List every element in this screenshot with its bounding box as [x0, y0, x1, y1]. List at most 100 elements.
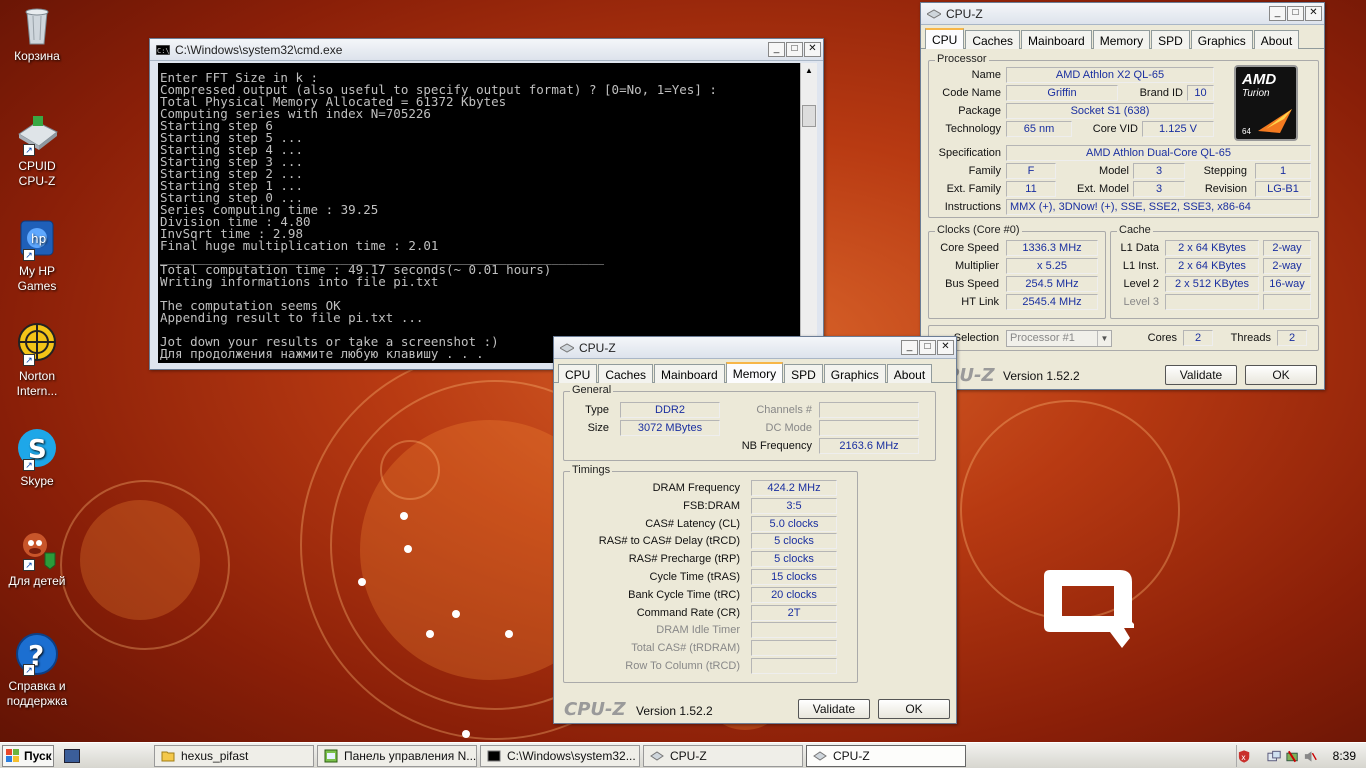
spec-value: AMD Athlon Dual-Core QL-65 — [1006, 145, 1311, 161]
busspeed-value: 254.5 MHz — [1006, 276, 1098, 292]
tab-spd[interactable]: SPD — [784, 364, 823, 383]
timing-value: 424.2 MHz — [751, 480, 837, 496]
task-label: CPU-Z — [670, 749, 707, 763]
package-value: Socket S1 (638) — [1006, 103, 1214, 119]
task-button-cmd[interactable]: C:\Windows\system32... — [480, 745, 640, 767]
validate-button[interactable]: Validate — [1165, 365, 1237, 385]
ok-button[interactable]: OK — [1245, 365, 1317, 385]
maximize-button[interactable]: □ — [786, 42, 803, 57]
taskbar: Пуск hexus_pifast Панель управления N...… — [0, 742, 1366, 768]
console-output[interactable]: Enter FFT Size in k : Compressed output (… — [158, 63, 800, 363]
cmd-icon: C:\ — [156, 44, 170, 55]
general-group: General Type DDR2 Size 3072 MBytes Chann… — [563, 384, 936, 461]
processor-select[interactable]: Processor #1 ▼ — [1006, 330, 1112, 347]
amd-logo-sub: Turion — [1242, 88, 1270, 99]
minimize-button[interactable]: _ — [1269, 6, 1286, 21]
desktop-icon-label: Для детей — [8, 574, 66, 588]
minimize-button[interactable]: _ — [768, 42, 785, 57]
tab-caches[interactable]: Caches — [598, 364, 654, 383]
svg-text:C:\: C:\ — [157, 47, 170, 55]
cpuz-memory-tabs: CPU Caches Mainboard Memory SPD Graphics… — [554, 359, 956, 383]
desktop-icon-kids[interactable]: ↗ Для детей — [4, 527, 70, 589]
scroll-thumb[interactable] — [802, 105, 816, 127]
channels-value — [819, 402, 919, 418]
minimize-button[interactable]: _ — [901, 340, 918, 355]
tab-mainboard[interactable]: Mainboard — [1021, 30, 1092, 49]
cpuz-cpu-window[interactable]: CPU-Z _ □ ✕ CPU Caches Mainboard Memory … — [920, 2, 1325, 390]
tab-about[interactable]: About — [1253, 30, 1300, 49]
shortcut-arrow-icon: ↗ — [23, 249, 35, 261]
timing-label: FSB:DRAM — [683, 499, 740, 512]
desktop-icon-norton[interactable]: ↗ Norton Intern... — [4, 322, 70, 399]
task-button-hexus[interactable]: hexus_pifast — [154, 745, 314, 767]
cmd-titlebar[interactable]: C:\ C:\Windows\system32\cmd.exe _ □ ✕ — [150, 39, 823, 61]
recycle-bin-icon — [15, 2, 59, 46]
technology-label: Technology — [945, 123, 1001, 135]
start-button[interactable]: Пуск — [2, 744, 54, 767]
network-icon[interactable] — [1267, 749, 1281, 764]
shield-icon[interactable]: x — [1237, 749, 1251, 764]
desktop-icon-cpuz[interactable]: ↗ CPUID CPU-Z — [4, 112, 70, 189]
console-scrollbar[interactable]: ▲ — [800, 63, 817, 363]
task-button-control-panel[interactable]: Панель управления N... — [317, 745, 477, 767]
show-desktop-icon[interactable] — [64, 748, 80, 763]
task-button-cpuz-2[interactable]: CPU-Z — [806, 745, 966, 767]
compaq-logo — [1044, 570, 1134, 648]
validate-button[interactable]: Validate — [798, 699, 870, 719]
stepping-label: Stepping — [1203, 165, 1247, 177]
dcmode-label: DC Mode — [765, 422, 812, 434]
power-icon[interactable] — [1285, 749, 1299, 764]
tab-memory[interactable]: Memory — [1092, 30, 1151, 49]
desktop-icon-hp-games[interactable]: hp ↗ My HP Games — [4, 217, 70, 294]
model-value: 3 — [1133, 163, 1185, 179]
type-value: DDR2 — [620, 402, 720, 418]
maximize-button[interactable]: □ — [1287, 6, 1304, 21]
stepping-value: 1 — [1255, 163, 1311, 179]
svg-text:x: x — [1241, 752, 1246, 761]
cpuz-memory-titlebar[interactable]: CPU-Z _ □ ✕ — [554, 337, 956, 359]
timing-value: 15 clocks — [751, 569, 837, 585]
ok-button[interactable]: OK — [878, 699, 950, 719]
amd-logo-num: 64 — [1242, 127, 1251, 136]
close-button[interactable]: ✕ — [1305, 6, 1322, 21]
cpuz-memory-window[interactable]: CPU-Z _ □ ✕ CPU Caches Mainboard Memory … — [553, 336, 957, 724]
timing-label: DRAM Frequency — [652, 482, 740, 494]
tab-spd[interactable]: SPD — [1151, 30, 1190, 49]
volume-icon[interactable] — [1303, 749, 1317, 764]
tab-memory[interactable]: Memory — [725, 362, 784, 383]
cpuz-memory-title: CPU-Z — [579, 340, 616, 355]
tab-mainboard[interactable]: Mainboard — [654, 364, 725, 383]
cpuz-cpu-titlebar[interactable]: CPU-Z _ □ ✕ — [921, 3, 1324, 25]
shortcut-arrow-icon: ↗ — [23, 354, 35, 366]
shortcut-arrow-icon: ↗ — [23, 144, 35, 156]
instructions-value: MMX (+), 3DNow! (+), SSE, SSE2, SSE3, x8… — [1006, 199, 1311, 215]
close-button[interactable]: ✕ — [804, 42, 821, 57]
level3-way — [1263, 294, 1311, 310]
extmodel-label: Ext. Model — [1077, 183, 1129, 195]
help-icon: ? ↗ — [15, 632, 59, 676]
model-label: Model — [1099, 165, 1129, 177]
timing-label: CAS# Latency (CL) — [645, 517, 740, 530]
clock: 8:39 — [1332, 749, 1356, 763]
scroll-up-icon[interactable]: ▲ — [801, 63, 817, 79]
codename-value: Griffin — [1006, 85, 1118, 101]
cpuz-icon: ↗ — [15, 112, 59, 156]
tab-cpu[interactable]: CPU — [558, 364, 598, 383]
tab-about[interactable]: About — [886, 364, 933, 383]
maximize-button[interactable]: □ — [919, 340, 936, 355]
cmd-window[interactable]: C:\ C:\Windows\system32\cmd.exe _ □ ✕ En… — [149, 38, 824, 370]
desktop-icon-skype[interactable]: S ↗ Skype — [4, 427, 70, 489]
task-label: Панель управления N... — [344, 749, 477, 763]
chevron-down-icon: ▼ — [1097, 331, 1111, 346]
task-button-cpuz-1[interactable]: CPU-Z — [643, 745, 803, 767]
desktop-icon-label: My HP Games — [17, 264, 57, 293]
tab-graphics[interactable]: Graphics — [1190, 30, 1253, 49]
tab-cpu[interactable]: CPU — [925, 28, 965, 49]
family-label: Family — [968, 165, 1001, 177]
close-button[interactable]: ✕ — [937, 340, 954, 355]
desktop-icon-recycle-bin[interactable]: Корзина — [4, 2, 70, 64]
desktop-icon-help[interactable]: ? ↗ Справка и поддержка — [4, 632, 70, 709]
tab-graphics[interactable]: Graphics — [823, 364, 886, 383]
amd-logo-brand: AMD — [1242, 71, 1277, 88]
tab-caches[interactable]: Caches — [965, 30, 1021, 49]
